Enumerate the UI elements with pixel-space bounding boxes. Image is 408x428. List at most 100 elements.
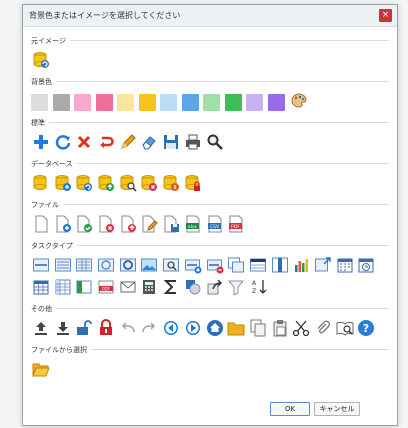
color-swatch[interactable] — [267, 93, 285, 111]
color-swatch[interactable] — [203, 93, 220, 111]
color-swatch[interactable] — [224, 93, 242, 111]
record-add-icon[interactable] — [183, 255, 203, 275]
title-bar: 背景色またはイメージを選択してください × — [23, 5, 397, 27]
color-swatch[interactable] — [52, 93, 70, 111]
schedule-icon[interactable] — [356, 255, 376, 275]
original-database-refresh-icon[interactable] — [31, 50, 51, 70]
pdf-view-icon[interactable]: PDF — [96, 277, 116, 297]
cycle-view-icon[interactable] — [118, 255, 138, 275]
database-delete-icon[interactable] — [139, 173, 159, 193]
database-lock-icon[interactable] — [183, 173, 203, 193]
bar-chart-icon[interactable] — [291, 255, 311, 275]
color-swatch[interactable] — [246, 93, 263, 111]
database-icon[interactable] — [31, 173, 51, 193]
arrow-left-circle-icon[interactable] — [161, 318, 181, 338]
unlock-icon[interactable] — [74, 318, 94, 338]
database-upload-icon[interactable] — [96, 173, 116, 193]
mail-icon[interactable] — [118, 277, 138, 297]
color-swatch[interactable] — [74, 93, 91, 111]
upload-icon[interactable] — [31, 318, 51, 338]
calendar-grid-icon[interactable] — [31, 277, 51, 297]
section-bgcolor: 背景色 — [31, 75, 389, 88]
print-icon[interactable] — [183, 132, 203, 152]
share-icon[interactable] — [205, 277, 225, 297]
color-swatch[interactable] — [117, 93, 134, 111]
cancel-button[interactable]: キャンセル — [314, 402, 360, 416]
image-view-icon[interactable] — [139, 255, 159, 275]
database-refresh-icon[interactable] — [74, 173, 94, 193]
pdf-file-icon[interactable]: PDF — [226, 214, 246, 234]
undo-arrow-icon[interactable] — [96, 132, 116, 152]
refresh-icon[interactable] — [53, 132, 73, 152]
file-save-icon[interactable] — [161, 214, 181, 234]
dialog-title: 背景色またはイメージを選択してください — [29, 11, 181, 20]
color-swatch[interactable] — [95, 93, 113, 111]
calendar-icon[interactable] — [335, 255, 355, 275]
sort-az-icon[interactable]: AZ — [248, 277, 268, 297]
search-icon[interactable] — [205, 132, 225, 152]
database-search-icon[interactable] — [118, 173, 138, 193]
ok-button[interactable]: OK — [270, 402, 310, 416]
color-swatch[interactable] — [160, 93, 177, 111]
form-icon[interactable] — [31, 255, 51, 275]
file-delete-icon[interactable] — [96, 214, 116, 234]
database-add-icon[interactable] — [53, 173, 73, 193]
list-view-icon[interactable] — [53, 255, 73, 275]
circle-view-icon[interactable] — [96, 255, 116, 275]
record-copy-icon[interactable] — [226, 255, 246, 275]
delete-x-icon[interactable] — [74, 132, 94, 152]
scissors-icon[interactable] — [291, 318, 311, 338]
section-tasktype: タスクタイプ — [31, 239, 389, 252]
calculator-icon[interactable] — [139, 277, 159, 297]
manual-book-icon[interactable] — [335, 318, 355, 338]
svg-text:?: ? — [363, 322, 369, 335]
grid-view-icon[interactable] — [74, 255, 94, 275]
shapes-icon[interactable] — [183, 277, 203, 297]
section-tasktype-label: タスクタイプ — [31, 241, 73, 250]
dialog: 背景色またはイメージを選択してください × 元イメージ 背景色 標準 データベー… — [22, 4, 398, 426]
plus-icon[interactable] — [31, 132, 51, 152]
color-swatch[interactable] — [31, 93, 48, 111]
color-swatch[interactable] — [138, 93, 156, 111]
folder-icon[interactable] — [226, 318, 246, 338]
file-icon[interactable] — [31, 214, 51, 234]
paste-icon[interactable] — [270, 318, 290, 338]
section-file-label: ファイル — [31, 200, 59, 209]
arrow-right-circle-icon[interactable] — [183, 318, 203, 338]
search-view-icon[interactable] — [161, 255, 181, 275]
file-upload-icon[interactable] — [118, 214, 138, 234]
paperclip-icon[interactable] — [313, 318, 333, 338]
tabbed-form-icon[interactable] — [74, 277, 94, 297]
section-original: 元イメージ — [31, 34, 389, 47]
file-add-icon[interactable] — [53, 214, 73, 234]
export-view-icon[interactable] — [313, 255, 333, 275]
xlsx-file-icon[interactable]: xlsx — [183, 214, 203, 234]
home-icon[interactable] — [205, 318, 225, 338]
undo-icon[interactable] — [118, 318, 138, 338]
csv-label: CSV — [209, 224, 219, 230]
redo-icon[interactable] — [139, 318, 159, 338]
close-icon[interactable]: × — [379, 9, 392, 22]
csv-file-icon[interactable]: CSV — [205, 214, 225, 234]
download-icon[interactable] — [53, 318, 73, 338]
pencil-icon[interactable] — [118, 132, 138, 152]
lock-icon[interactable] — [96, 318, 116, 338]
palette-icon[interactable] — [289, 91, 309, 111]
pdf-view-label: PDF — [102, 286, 110, 291]
color-swatch[interactable] — [181, 93, 199, 111]
spreadsheet-icon[interactable] — [53, 277, 73, 297]
save-icon[interactable] — [161, 132, 181, 152]
table-header-icon[interactable] — [248, 255, 268, 275]
eraser-icon[interactable] — [139, 132, 159, 152]
open-folder-icon[interactable] — [31, 359, 51, 379]
record-delete-icon[interactable] — [205, 255, 225, 275]
sum-icon[interactable] — [161, 277, 181, 297]
database-settings-icon[interactable] — [161, 173, 181, 193]
copy-icon[interactable] — [248, 318, 268, 338]
filter-icon[interactable] — [226, 277, 246, 297]
file-check-icon[interactable] — [74, 214, 94, 234]
column-select-icon[interactable] — [270, 255, 290, 275]
help-icon[interactable]: ? — [356, 318, 376, 338]
svg-text:Z: Z — [252, 288, 256, 295]
file-edit-icon[interactable] — [139, 214, 159, 234]
